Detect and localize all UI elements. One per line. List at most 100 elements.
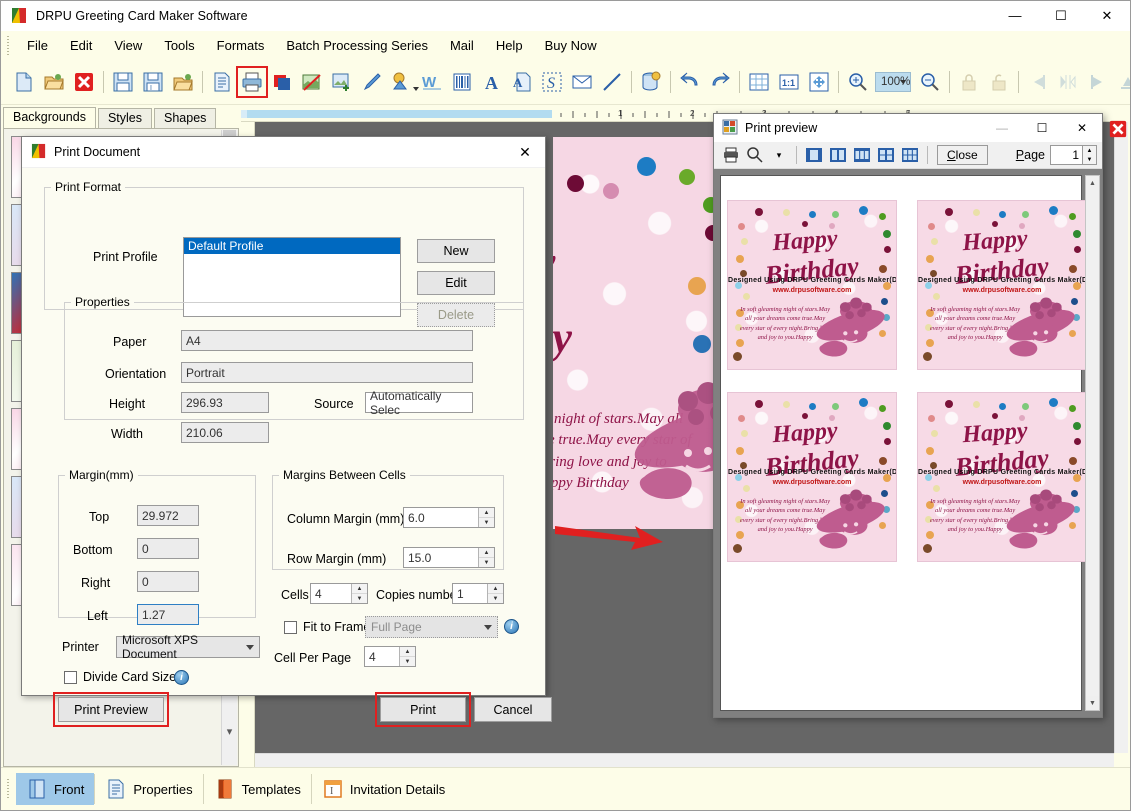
tab-shapes[interactable]: Shapes bbox=[154, 108, 217, 129]
orientation-field[interactable]: Portrait bbox=[181, 362, 473, 383]
spinner-down-icon[interactable]: ▼ bbox=[352, 594, 367, 603]
print-icon[interactable] bbox=[720, 145, 742, 166]
menu-batch-processing-series[interactable]: Batch Processing Series bbox=[275, 34, 439, 57]
new-profile-button[interactable]: New bbox=[417, 239, 495, 263]
redo-icon[interactable] bbox=[707, 69, 733, 95]
zoom-level-combobox[interactable]: 100% bbox=[875, 72, 912, 92]
chevron-down-icon[interactable]: ▾ bbox=[222, 721, 237, 741]
signature-icon[interactable]: S bbox=[539, 69, 565, 95]
text-box-icon[interactable]: A bbox=[509, 69, 535, 95]
divide-card-size-checkbox[interactable]: Divide Card Size bbox=[64, 670, 176, 684]
spinner-up-icon[interactable]: ▲ bbox=[479, 508, 494, 518]
page-spinner[interactable]: ▲ ▼ bbox=[1083, 145, 1097, 165]
menu-mail[interactable]: Mail bbox=[439, 34, 485, 57]
spinner-up-icon[interactable]: ▲ bbox=[352, 584, 367, 594]
canvas-horizontal-scrollbar[interactable] bbox=[255, 753, 1114, 767]
fit-to-frame-checkbox[interactable]: Fit to Frame bbox=[284, 620, 370, 634]
preview-minimize-button[interactable]: — bbox=[982, 114, 1022, 142]
menu-buy-now[interactable]: Buy Now bbox=[534, 34, 608, 57]
print-profile-selected-item[interactable]: Default Profile bbox=[184, 238, 400, 254]
bottom-tab-properties[interactable]: Properties bbox=[95, 773, 202, 805]
database-icon[interactable] bbox=[638, 69, 664, 95]
divide-card-size-info-icon[interactable]: i bbox=[174, 670, 189, 685]
save-as-icon[interactable]: I bbox=[140, 69, 166, 95]
menu-file[interactable]: File bbox=[16, 34, 59, 57]
zoom-dropdown-chevron-down-icon[interactable]: ▾ bbox=[768, 145, 790, 166]
printer-combobox[interactable]: Microsoft XPS Document bbox=[116, 633, 260, 661]
spinner-buttons[interactable]: ▲ ▼ bbox=[351, 584, 367, 603]
three-page-layout-icon[interactable] bbox=[851, 145, 873, 166]
spinner-buttons[interactable]: ▲ ▼ bbox=[478, 508, 494, 527]
spinner-buttons[interactable]: ▲ ▼ bbox=[478, 548, 494, 567]
menu-edit[interactable]: Edit bbox=[59, 34, 103, 57]
preview-maximize-button[interactable]: ☐ bbox=[1022, 114, 1062, 142]
undo-icon[interactable] bbox=[677, 69, 703, 95]
properties-icon[interactable] bbox=[209, 69, 235, 95]
scroll-down-icon[interactable]: ▼ bbox=[1086, 696, 1099, 710]
zoom-in-icon[interactable] bbox=[845, 69, 871, 95]
margin-top-field[interactable]: 29.972 bbox=[137, 505, 199, 526]
close-button[interactable]: ✕ bbox=[1084, 1, 1130, 31]
close-document-icon[interactable] bbox=[1108, 119, 1128, 139]
add-image-icon[interactable] bbox=[329, 69, 355, 95]
pen-tool-icon[interactable] bbox=[359, 69, 385, 95]
width-field[interactable]: 210.06 bbox=[181, 422, 269, 443]
email-icon[interactable] bbox=[569, 69, 595, 95]
spinner-down-icon[interactable]: ▼ bbox=[400, 657, 415, 666]
copy-layers-icon[interactable] bbox=[269, 69, 295, 95]
checkbox-box[interactable] bbox=[64, 670, 77, 684]
spinner-up-icon[interactable]: ▲ bbox=[400, 647, 415, 657]
two-page-layout-icon[interactable] bbox=[827, 145, 849, 166]
edit-profile-button[interactable]: Edit bbox=[417, 271, 495, 295]
spinner-down-icon[interactable]: ▼ bbox=[1083, 155, 1096, 164]
menu-view[interactable]: View bbox=[103, 34, 153, 57]
row-margin-spinner[interactable]: 15.0 ▲ ▼ bbox=[403, 547, 495, 568]
dialog-close-button[interactable]: ✕ bbox=[505, 137, 545, 168]
spinner-up-icon[interactable]: ▲ bbox=[479, 548, 494, 558]
source-field[interactable]: Automatically Selec bbox=[365, 389, 473, 417]
tab-backgrounds[interactable]: Backgrounds bbox=[3, 107, 96, 129]
menu-grip-handle[interactable] bbox=[5, 35, 12, 56]
text-icon[interactable]: A bbox=[479, 69, 505, 95]
cancel-button[interactable]: Cancel bbox=[474, 697, 552, 722]
zoom-out-icon[interactable] bbox=[917, 69, 943, 95]
maximize-button[interactable]: ☐ bbox=[1038, 1, 1084, 31]
bottom-tab-templates[interactable]: Templates bbox=[204, 773, 311, 805]
margin-right-field[interactable]: 0 bbox=[137, 571, 199, 592]
scroll-up-icon[interactable]: ▲ bbox=[1086, 176, 1099, 190]
fit-page-icon[interactable] bbox=[806, 69, 832, 95]
export-icon[interactable] bbox=[170, 69, 196, 95]
tab-styles[interactable]: Styles bbox=[97, 108, 153, 129]
spinner-buttons[interactable]: ▲ ▼ bbox=[399, 647, 415, 666]
cells-spinner[interactable]: 4 ▲ ▼ bbox=[310, 583, 368, 604]
spinner-down-icon[interactable]: ▼ bbox=[479, 518, 494, 527]
four-page-layout-icon[interactable] bbox=[875, 145, 897, 166]
spinner-up-icon[interactable]: ▲ bbox=[1083, 146, 1096, 155]
cell-per-page-spinner[interactable]: 4 ▲ ▼ bbox=[364, 646, 416, 667]
actual-size-icon[interactable]: 1:1 bbox=[776, 69, 802, 95]
chevron-down-icon[interactable] bbox=[900, 80, 907, 84]
fit-to-frame-info-icon[interactable]: i bbox=[504, 619, 519, 634]
chevron-down-icon[interactable] bbox=[246, 644, 254, 650]
menu-help[interactable]: Help bbox=[485, 34, 534, 57]
new-document-icon[interactable] bbox=[11, 69, 37, 95]
page-number-input[interactable]: 1 bbox=[1050, 145, 1083, 165]
card-heading-birthday[interactable]: Birthday bbox=[553, 312, 572, 363]
bottom-bar-grip-handle[interactable] bbox=[5, 779, 12, 799]
save-icon[interactable] bbox=[110, 69, 136, 95]
checkbox-box[interactable] bbox=[284, 620, 297, 634]
magnifier-icon[interactable] bbox=[744, 145, 766, 166]
column-margin-spinner[interactable]: 6.0 ▲ ▼ bbox=[403, 507, 495, 528]
minimize-button[interactable]: — bbox=[992, 1, 1038, 31]
one-page-layout-icon[interactable] bbox=[803, 145, 825, 166]
preview-close-button[interactable]: ✕ bbox=[1062, 114, 1102, 142]
card-heading-happy[interactable]: Happy bbox=[553, 232, 555, 296]
grid-icon[interactable] bbox=[746, 69, 772, 95]
preview-vertical-scrollbar[interactable]: ▲ ▼ bbox=[1085, 175, 1100, 711]
paper-field[interactable]: A4 bbox=[181, 330, 473, 351]
watermark-icon[interactable]: W bbox=[419, 69, 445, 95]
barcode-icon[interactable] bbox=[449, 69, 475, 95]
canvas-vertical-scrollbar[interactable] bbox=[1114, 122, 1128, 753]
margin-bottom-field[interactable]: 0 bbox=[137, 538, 199, 559]
spinner-buttons[interactable]: ▲ ▼ bbox=[487, 584, 503, 603]
